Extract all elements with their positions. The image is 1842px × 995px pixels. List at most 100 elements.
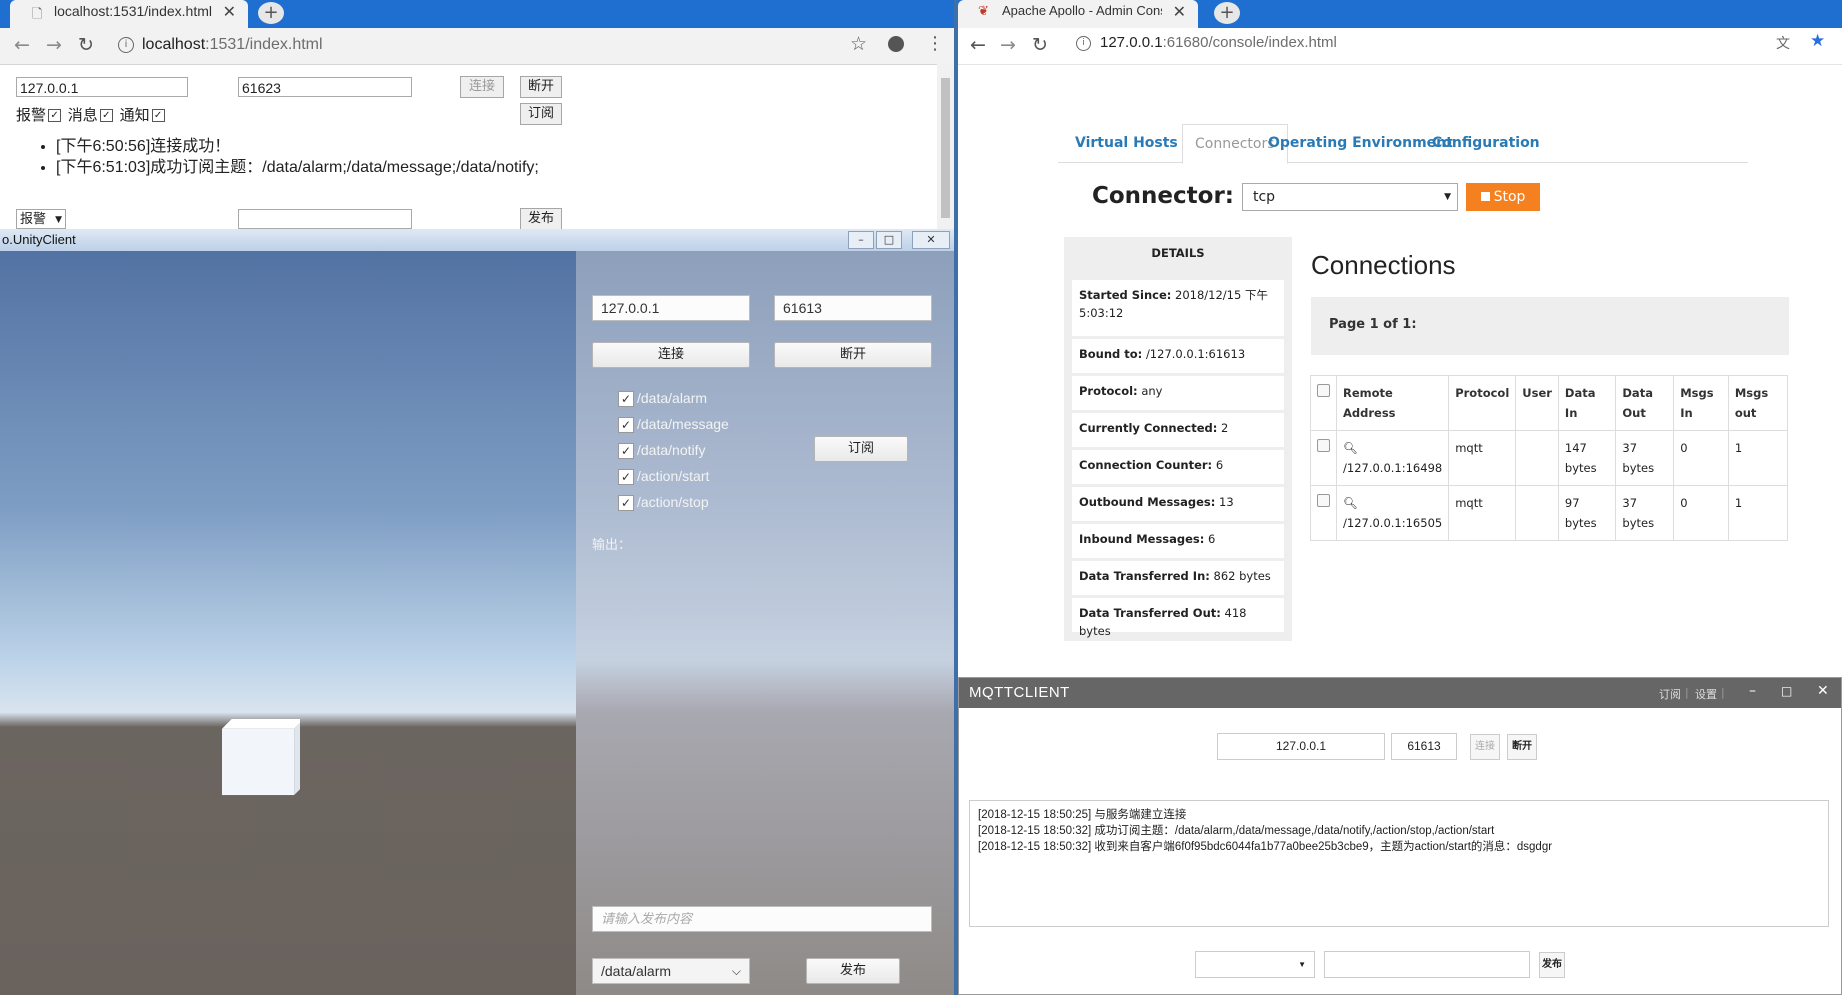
host-input[interactable]: 127.0.0.1: [16, 77, 188, 97]
type-select[interactable]: 报警 ▼: [16, 209, 66, 229]
publish-content-input[interactable]: 请输入发布内容: [592, 906, 932, 932]
col-data-out: Data Out: [1615, 375, 1675, 431]
topic-select[interactable]: /data/alarm ⌵: [592, 958, 750, 984]
row-checkbox[interactable]: [1317, 439, 1330, 452]
browser-tab[interactable]: 🗋 localhost:1531/index.html ✕: [10, 0, 248, 28]
connections-table: Remote Address Protocol User Data In Dat…: [1310, 375, 1789, 541]
publish-button[interactable]: 发布: [520, 208, 562, 230]
host-input[interactable]: 127.0.0.1: [1217, 733, 1385, 760]
menu-settings[interactable]: 设置: [1695, 686, 1717, 702]
detail-value: 862 bytes: [1213, 569, 1271, 583]
scrollbar-thumb[interactable]: [941, 78, 950, 218]
address-bar[interactable]: 127.0.0.1:61680/console/index.html: [1100, 30, 1337, 56]
detail-value: 2: [1221, 421, 1229, 435]
subscribe-button[interactable]: 订阅: [520, 103, 562, 125]
tab-operating-environment[interactable]: Operating Environment: [1268, 124, 1453, 162]
connect-button[interactable]: 连接: [592, 342, 750, 368]
magnify-icon[interactable]: 🔍︎: [1343, 441, 1358, 455]
col-protocol: Protocol: [1448, 375, 1517, 431]
topic-row-data-message[interactable]: ✓/data/message: [618, 416, 729, 434]
checkbox[interactable]: ✓: [618, 391, 634, 408]
disconnect-button[interactable]: 断开: [774, 342, 932, 368]
col-data-in: Data In: [1557, 375, 1617, 431]
minimize-icon[interactable]: –: [848, 231, 874, 249]
topic-label: /data/message: [637, 416, 729, 432]
checkbox[interactable]: ✓: [618, 417, 634, 434]
topic-label: /data/notify: [637, 442, 706, 458]
row-select-cell[interactable]: [1310, 485, 1337, 541]
subscribe-button[interactable]: 订阅: [814, 436, 908, 462]
publish-button[interactable]: 发布: [806, 958, 900, 984]
message-checkbox[interactable]: ✓: [99, 109, 113, 122]
topic-row-data-alarm[interactable]: ✓/data/alarm: [618, 390, 707, 408]
maximize-icon[interactable]: □: [1781, 684, 1792, 698]
info-icon[interactable]: i: [1076, 36, 1091, 51]
new-tab-button[interactable]: +: [1214, 2, 1240, 24]
address-bar[interactable]: localhost:1531/index.html: [142, 32, 323, 58]
host-input[interactable]: 127.0.0.1: [592, 295, 750, 321]
detail-connection-counter: Connection Counter: 6: [1072, 450, 1284, 484]
port-input[interactable]: 61613: [1391, 733, 1457, 760]
magnify-icon[interactable]: 🔍︎: [1343, 496, 1358, 510]
reload-icon[interactable]: ↻: [78, 34, 94, 56]
forward-icon[interactable]: →: [1000, 34, 1016, 56]
stop-button[interactable]: Stop: [1466, 183, 1540, 211]
info-icon[interactable]: i: [118, 37, 134, 53]
minimize-icon[interactable]: –: [1749, 683, 1756, 699]
checkbox[interactable]: ✓: [618, 495, 634, 512]
address-value[interactable]: /127.0.0.1:16498: [1343, 461, 1442, 475]
topic-select[interactable]: ▼: [1195, 951, 1315, 978]
browser-tab[interactable]: ❦ Apache Apollo - Admin Conso ✕: [958, 0, 1198, 28]
tab-virtual-hosts[interactable]: Virtual Hosts: [1075, 124, 1178, 162]
publish-content-input[interactable]: [1324, 951, 1530, 978]
detail-key: Inbound Messages:: [1079, 532, 1205, 546]
forward-icon[interactable]: →: [46, 34, 62, 56]
disconnect-button[interactable]: 断开: [1507, 734, 1537, 760]
url-path: :1531/index.html: [205, 36, 323, 53]
msgs-in-cell: 0: [1673, 485, 1729, 541]
connector-select[interactable]: tcp ▼: [1242, 183, 1458, 211]
disconnect-button[interactable]: 断开: [520, 76, 562, 98]
alarm-checkbox[interactable]: ✓: [48, 109, 62, 122]
translate-icon[interactable]: 文: [1776, 33, 1790, 53]
address-value[interactable]: /127.0.0.1:16505: [1343, 516, 1442, 530]
window-title: o.UnityClient: [2, 232, 76, 247]
port-input[interactable]: 61623: [238, 77, 412, 97]
checkbox[interactable]: ✓: [618, 469, 634, 486]
menu-dots-icon[interactable]: ⋮: [926, 33, 944, 54]
menu-subscribe[interactable]: 订阅: [1659, 686, 1681, 702]
publish-input[interactable]: [238, 209, 412, 229]
close-tab-icon[interactable]: ✕: [1173, 2, 1186, 21]
scrollbar[interactable]: [937, 64, 954, 230]
select-all-cell[interactable]: [1310, 375, 1337, 431]
detail-currently-connected: Currently Connected: 2: [1072, 413, 1284, 447]
port-input[interactable]: 61613: [774, 295, 932, 321]
topic-row-data-notify[interactable]: ✓/data/notify: [618, 442, 706, 460]
checkbox[interactable]: ✓: [618, 443, 634, 460]
browser-toolbar: ← → ↻ i localhost:1531/index.html ☆ ⋮: [0, 28, 954, 65]
connect-button[interactable]: 连接: [1470, 734, 1500, 760]
log-line: [2018-12-15 18:50:32] 收到来自客户端6f0f95bdc60…: [978, 841, 1553, 853]
row-checkbox[interactable]: [1317, 494, 1330, 507]
publish-button[interactable]: 发布: [1539, 952, 1565, 978]
topic-row-action-stop[interactable]: ✓/action/stop: [618, 494, 709, 512]
back-icon[interactable]: ←: [14, 34, 30, 56]
maximize-icon[interactable]: □: [876, 231, 902, 249]
topic-row-action-start[interactable]: ✓/action/start: [618, 468, 709, 486]
select-all-checkbox[interactable]: [1317, 384, 1330, 397]
tab-title: Apache Apollo - Admin Conso: [1002, 3, 1162, 18]
bookmark-star-icon[interactable]: ☆: [850, 33, 867, 55]
close-tab-icon[interactable]: ✕: [223, 2, 236, 21]
tab-configuration[interactable]: Configuration: [1432, 124, 1540, 162]
row-select-cell[interactable]: [1310, 430, 1337, 486]
account-icon[interactable]: [888, 36, 904, 52]
user-cell: [1515, 485, 1559, 541]
reload-icon[interactable]: ↻: [1032, 34, 1048, 56]
connect-button[interactable]: 连接: [460, 76, 504, 98]
notify-checkbox[interactable]: ✓: [151, 109, 165, 122]
bookmark-star-icon[interactable]: ★: [1810, 31, 1825, 51]
back-icon[interactable]: ←: [970, 34, 986, 56]
close-icon[interactable]: ✕: [1817, 683, 1829, 699]
new-tab-button[interactable]: +: [258, 2, 284, 24]
close-icon[interactable]: ✕: [912, 231, 950, 249]
